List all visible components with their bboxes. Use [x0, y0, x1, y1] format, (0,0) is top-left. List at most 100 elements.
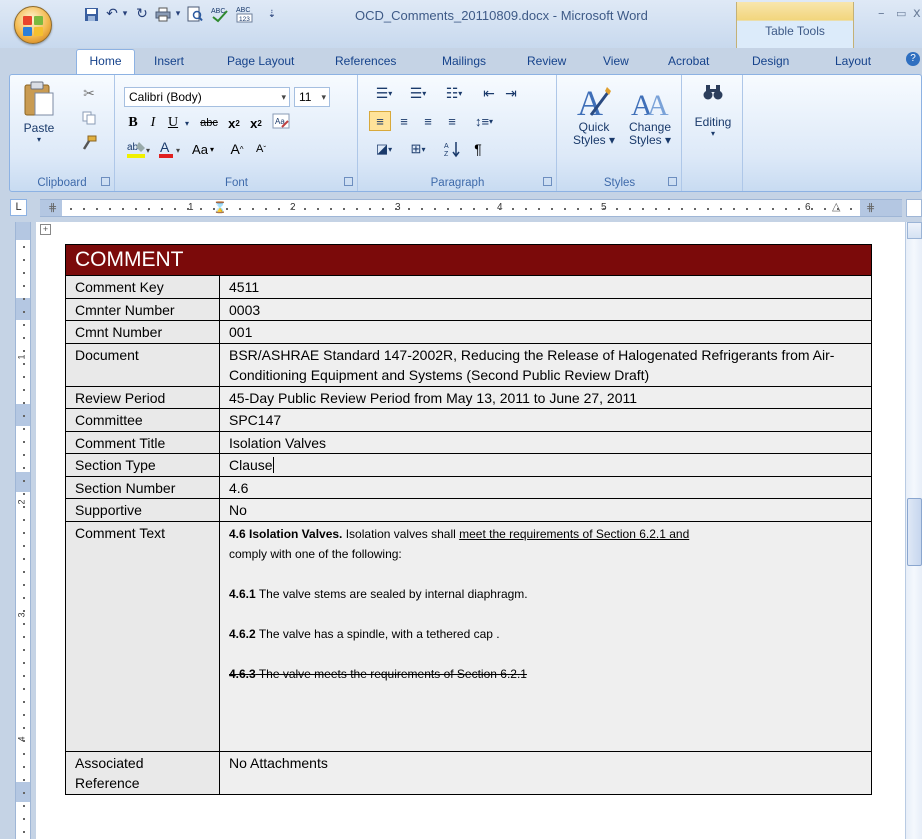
customize-qat-icon[interactable]: ⇣ — [266, 5, 278, 23]
font-size-dropdown-icon[interactable]: ▾ — [321, 88, 326, 106]
shading-icon[interactable]: ◪ ▾ — [369, 138, 399, 160]
tab-references[interactable]: References — [335, 54, 396, 68]
scrollbar-thumb[interactable] — [907, 498, 922, 566]
table-header-cell[interactable]: COMMENT — [65, 244, 872, 276]
editing-button[interactable]: Editing ▾ — [687, 81, 739, 157]
row-value-cmnt-number[interactable]: 001 — [219, 320, 872, 344]
tab-acrobat[interactable]: Acrobat — [668, 54, 709, 68]
row-value-section-number[interactable]: 4.6 — [219, 475, 872, 499]
clear-formatting-icon[interactable]: Aa — [270, 111, 292, 133]
tab-selector-button[interactable]: L — [10, 199, 27, 216]
undo-dropdown-icon[interactable]: ▾ — [120, 5, 130, 23]
copy-icon[interactable] — [78, 108, 100, 128]
font-name-combo[interactable]: Calibri (Body) ▾ — [124, 87, 290, 107]
decrease-indent-icon[interactable]: ⇤ — [479, 83, 499, 103]
row-value-committee[interactable]: SPC147 — [219, 408, 872, 432]
ruler-right-indent-marker[interactable]: △ — [832, 200, 840, 213]
row-label-cmnter-number[interactable]: Cmnter Number — [65, 297, 220, 321]
close-icon[interactable]: x — [913, 6, 921, 21]
shrink-font-button[interactable]: Aˇ — [250, 138, 272, 160]
tab-view[interactable]: View — [603, 54, 629, 68]
change-case-button[interactable]: Aa ▾ — [188, 138, 218, 160]
row-label-supportive[interactable]: Supportive — [65, 498, 220, 522]
strikethrough-button[interactable]: abc — [196, 113, 222, 133]
table-move-handle-icon[interactable]: + — [40, 224, 51, 235]
tab-review[interactable]: Review — [527, 54, 566, 68]
paragraph-launcher-icon[interactable]: x — [543, 177, 552, 186]
row-label-associated-reference[interactable]: Associated Reference — [65, 750, 220, 795]
styles-launcher-icon[interactable]: x — [668, 177, 677, 186]
document-page[interactable]: + COMMENT Comment Key 4511 Cmnter Number 0… — [36, 222, 905, 839]
row-label-comment-title[interactable]: Comment Title — [65, 430, 220, 454]
align-left-button[interactable]: ≡ — [369, 111, 391, 131]
font-size-combo[interactable]: 11 ▾ — [294, 87, 330, 107]
clipboard-launcher-icon[interactable]: x — [101, 177, 110, 186]
grow-font-button[interactable]: A ^ — [226, 138, 248, 160]
justify-button[interactable]: ≡ — [441, 111, 463, 131]
paste-button[interactable]: Paste ▾ — [16, 79, 62, 165]
ruler-indent-marker[interactable]: ⌛ — [213, 201, 227, 214]
row-value-supportive[interactable]: No — [219, 498, 872, 522]
tab-page-layout[interactable]: Page Layout — [227, 54, 294, 68]
italic-button[interactable]: I — [144, 113, 162, 133]
underline-button[interactable]: U — [164, 113, 182, 133]
print-preview-icon[interactable] — [186, 5, 204, 23]
subscript-button[interactable]: x2 — [224, 113, 244, 133]
text-highlight-icon[interactable]: ab ▾ — [124, 138, 152, 160]
format-painter-icon[interactable] — [78, 133, 100, 153]
row-value-review-period[interactable]: 45-Day Public Review Period from May 13,… — [219, 385, 872, 409]
tab-home[interactable]: Home — [76, 49, 135, 75]
cut-icon[interactable]: ✂ — [78, 83, 100, 103]
scroll-up-arrow-icon[interactable] — [907, 222, 922, 239]
horizontal-ruler[interactable]: ⋕ ⌛ 1 2 3 4 5 6 △ ⋕ — [40, 199, 902, 217]
sort-icon[interactable]: AZ — [441, 138, 463, 160]
row-label-committee[interactable]: Committee — [65, 408, 220, 432]
vertical-scrollbar[interactable] — [905, 222, 922, 839]
redo-icon[interactable]: ↻ — [134, 5, 150, 23]
font-name-dropdown-icon[interactable]: ▾ — [281, 88, 286, 106]
align-right-button[interactable]: ≡ — [417, 111, 439, 131]
tab-layout[interactable]: Layout — [835, 54, 871, 68]
row-label-document[interactable]: Document — [65, 342, 220, 387]
row-value-associated-reference[interactable]: No Attachments — [219, 750, 872, 795]
row-value-section-type-cell[interactable]: Clause — [219, 453, 872, 477]
row-label-section-number[interactable]: Section Number — [65, 475, 220, 499]
borders-icon[interactable]: ⊞ ▾ — [403, 138, 433, 160]
spelling-icon[interactable]: ABC — [210, 5, 230, 23]
vertical-ruler[interactable]: 1 2 3 4 — [15, 222, 31, 839]
quick-styles-button[interactable]: A Quick Styles ▾ — [566, 81, 622, 165]
superscript-button[interactable]: x2 — [246, 113, 266, 133]
ruler-column-marker[interactable]: ⋕ — [48, 201, 57, 214]
print-icon[interactable] — [154, 5, 172, 23]
maximize-icon[interactable]: ▭ — [896, 7, 906, 20]
align-center-button[interactable]: ≡ — [393, 111, 415, 131]
row-value-comment-text[interactable]: 4.6 Isolation Valves. Isolation valves s… — [219, 520, 872, 752]
row-value-comment-key[interactable]: 4511 — [219, 275, 872, 299]
row-value-comment-title[interactable]: Isolation Valves — [219, 430, 872, 454]
multilevel-list-icon[interactable]: ☷ ▾ — [437, 83, 471, 103]
line-spacing-icon[interactable]: ↕≡ ▾ — [469, 111, 499, 131]
bullets-icon[interactable]: ☰ ▾ — [369, 83, 399, 103]
change-styles-button[interactable]: AA Change Styles ▾ — [622, 81, 678, 165]
ruler-column-marker-right[interactable]: ⋕ — [866, 201, 875, 214]
tab-mailings[interactable]: Mailings — [442, 54, 486, 68]
bold-button[interactable]: B — [124, 113, 142, 133]
numbering-icon[interactable]: ☰ ▾ — [403, 83, 433, 103]
row-label-section-type[interactable]: Section Type — [65, 453, 220, 477]
help-icon[interactable]: ? — [906, 52, 920, 66]
tab-design[interactable]: Design — [752, 54, 789, 68]
row-value-cmnter-number[interactable]: 0003 — [219, 297, 872, 321]
row-label-comment-text[interactable]: Comment Text — [65, 520, 220, 752]
row-label-comment-key[interactable]: Comment Key — [65, 275, 220, 299]
save-icon[interactable] — [82, 5, 100, 23]
word-count-icon[interactable]: ABC 123 — [234, 5, 256, 23]
minimize-icon[interactable]: – — [878, 6, 885, 21]
tab-insert[interactable]: Insert — [154, 54, 184, 68]
font-color-icon[interactable]: A ▾ — [156, 138, 184, 160]
view-ruler-icon[interactable] — [906, 199, 922, 217]
undo-icon[interactable]: ↶ — [104, 5, 120, 23]
row-value-document[interactable]: BSR/ASHRAE Standard 147-2002R, Reducing … — [219, 342, 872, 387]
print-dropdown-icon[interactable]: ▾ — [173, 5, 183, 23]
row-label-cmnt-number[interactable]: Cmnt Number — [65, 320, 220, 344]
office-button[interactable] — [14, 6, 52, 44]
